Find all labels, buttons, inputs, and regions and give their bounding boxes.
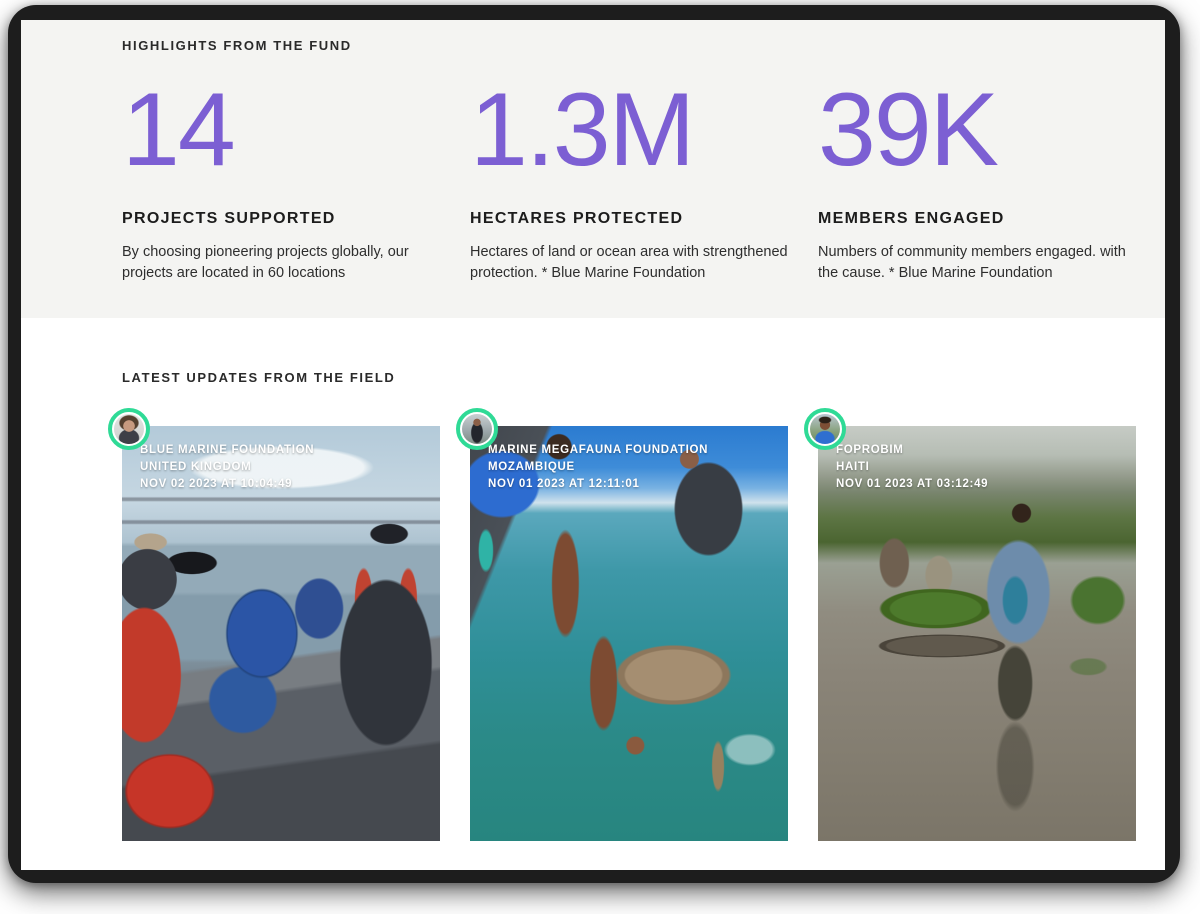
stat-label: MEMBERS ENGAGED bbox=[818, 208, 1136, 230]
post-timestamp: NOV 01 2023 AT 03:12:49 bbox=[836, 476, 1126, 493]
post-avatar[interactable] bbox=[456, 408, 498, 450]
post-location: MOZAMBIQUE bbox=[488, 459, 778, 476]
stat-projects-supported: 14 PROJECTS SUPPORTED By choosing pionee… bbox=[122, 78, 440, 284]
update-cards-row: BLUE MARINE FOUNDATION UNITED KINGDOM NO… bbox=[122, 426, 1165, 841]
update-card[interactable]: MARINE MEGAFAUNA FOUNDATION MOZAMBIQUE N… bbox=[470, 426, 788, 841]
stat-members-engaged: 39K MEMBERS ENGAGED Numbers of community… bbox=[818, 78, 1136, 284]
stats-row: 14 PROJECTS SUPPORTED By choosing pionee… bbox=[122, 78, 1165, 284]
post-timestamp: NOV 02 2023 AT 10:04:49 bbox=[140, 476, 430, 493]
post-photo: BLUE MARINE FOUNDATION UNITED KINGDOM NO… bbox=[122, 426, 440, 841]
post-location: HAITI bbox=[836, 459, 1126, 476]
highlights-section-title: HIGHLIGHTS FROM THE FUND bbox=[122, 38, 1165, 54]
post-avatar[interactable] bbox=[804, 408, 846, 450]
highlights-section: HIGHLIGHTS FROM THE FUND 14 PROJECTS SUP… bbox=[21, 20, 1165, 318]
avatar-photo bbox=[462, 414, 492, 444]
stat-value: 14 bbox=[122, 78, 440, 182]
post-overlay: MARINE MEGAFAUNA FOUNDATION MOZAMBIQUE N… bbox=[488, 442, 778, 493]
page: HIGHLIGHTS FROM THE FUND 14 PROJECTS SUP… bbox=[21, 20, 1165, 870]
post-organization: MARINE MEGAFAUNA FOUNDATION bbox=[488, 442, 778, 459]
avatar-photo bbox=[810, 414, 840, 444]
avatar-photo bbox=[114, 414, 144, 444]
post-avatar[interactable] bbox=[108, 408, 150, 450]
stat-description: Numbers of community members engaged. wi… bbox=[818, 242, 1136, 284]
post-photo: MARINE MEGAFAUNA FOUNDATION MOZAMBIQUE N… bbox=[470, 426, 788, 841]
update-card[interactable]: FOPROBIM HAITI NOV 01 2023 AT 03:12:49 bbox=[818, 426, 1136, 841]
stat-label: HECTARES PROTECTED bbox=[470, 208, 788, 230]
stat-label: PROJECTS SUPPORTED bbox=[122, 208, 440, 230]
post-overlay: BLUE MARINE FOUNDATION UNITED KINGDOM NO… bbox=[140, 442, 430, 493]
stat-hectares-protected: 1.3M HECTARES PROTECTED Hectares of land… bbox=[470, 78, 788, 284]
post-photo: FOPROBIM HAITI NOV 01 2023 AT 03:12:49 bbox=[818, 426, 1136, 841]
post-overlay: FOPROBIM HAITI NOV 01 2023 AT 03:12:49 bbox=[836, 442, 1126, 493]
updates-section: LATEST UPDATES FROM THE FIELD BLUE MARIN… bbox=[21, 318, 1165, 870]
post-timestamp: NOV 01 2023 AT 12:11:01 bbox=[488, 476, 778, 493]
post-organization: BLUE MARINE FOUNDATION bbox=[140, 442, 430, 459]
post-location: UNITED KINGDOM bbox=[140, 459, 430, 476]
stat-description: By choosing pioneering projects globally… bbox=[122, 242, 440, 284]
stat-value: 39K bbox=[818, 78, 1136, 182]
update-card[interactable]: BLUE MARINE FOUNDATION UNITED KINGDOM NO… bbox=[122, 426, 440, 841]
stat-description: Hectares of land or ocean area with stre… bbox=[470, 242, 788, 284]
post-organization: FOPROBIM bbox=[836, 442, 1126, 459]
stat-value: 1.3M bbox=[470, 78, 788, 182]
updates-section-title: LATEST UPDATES FROM THE FIELD bbox=[122, 370, 1165, 386]
